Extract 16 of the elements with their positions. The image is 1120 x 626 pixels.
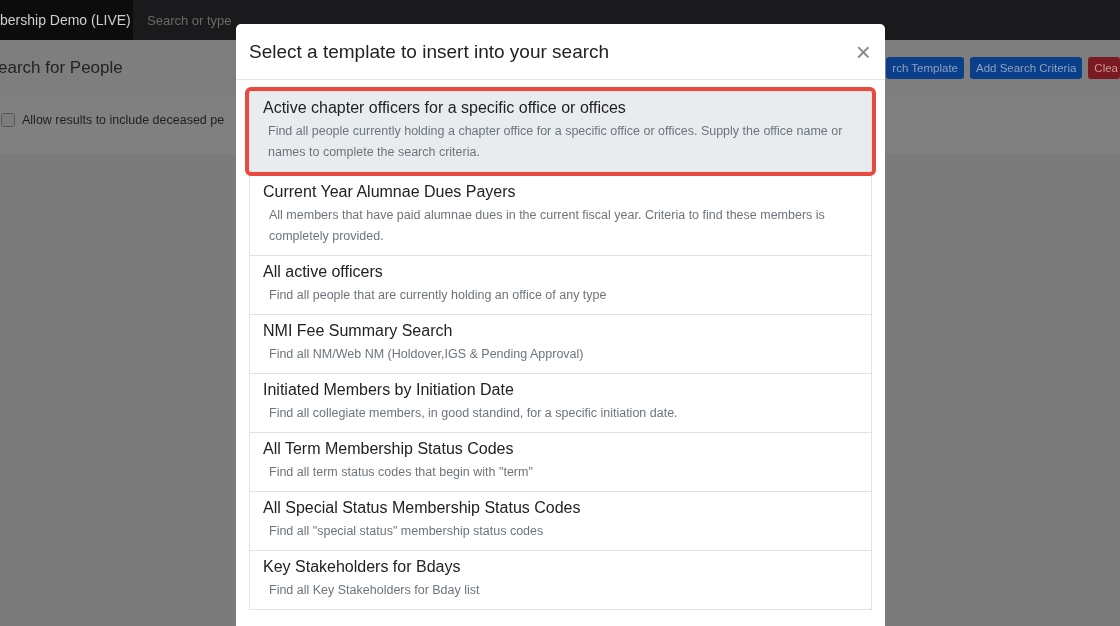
template-item[interactable]: Current Year Alumnae Dues Payers All members that have paid alumnae dues in the current fiscal year. Criteria to find these members is completely provided. — [249, 175, 872, 256]
template-item[interactable]: Initiated Members by Initiation Date Find all collegiate members, in good standind, for a specific initiation date. — [249, 373, 872, 433]
search-field[interactable]: Search or type — [147, 12, 447, 28]
template-item[interactable]: All active officers Find all people that are currently holding an office of any type — [249, 255, 872, 315]
template-item[interactable]: All Special Status Membership Status Codes Find all "special status" membership status codes — [249, 491, 872, 551]
checkbox-label: Allow results to include deceased pe — [22, 113, 225, 127]
toolbar-button[interactable]: rch Template — [886, 57, 964, 79]
modal-title: Select a template to insert into your search — [249, 40, 610, 63]
toolbar-button[interactable]: Clea — [1088, 57, 1120, 79]
template-item[interactable]: All Term Membership Status Codes Find all term status codes that begin with "term" — [249, 432, 872, 492]
close-button[interactable]: × — [853, 38, 873, 65]
template-item[interactable]: Key Stakeholders for Bdays Find all Key Stakeholders for Bday list — [249, 550, 872, 610]
checkbox[interactable] — [1, 113, 15, 127]
template-item[interactable]: NMI Fee Summary Search Find all NM/Web NM (Holdover,IGS & Pending Approval) — [249, 314, 872, 374]
toolbar-button[interactable]: Add Search Criteria — [970, 57, 1083, 79]
brand-title[interactable]: bership Demo (LIVE) — [0, 0, 133, 40]
